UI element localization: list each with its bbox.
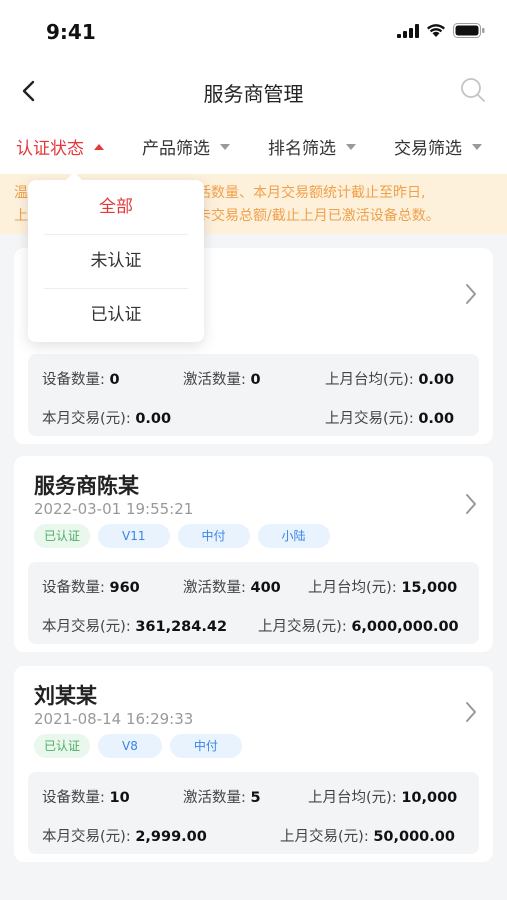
provider-card[interactable]: 服务商陈某 2022-03-01 19:55:21 已认证 V11 中付 小陆 … bbox=[14, 456, 493, 652]
status-bar: 9:41 bbox=[0, 0, 507, 62]
caret-down-icon bbox=[220, 143, 230, 150]
tag-list: 已认证 V8 中付 bbox=[34, 734, 242, 758]
stat-devices: 设备数量: 10 bbox=[42, 790, 130, 806]
tag-level: V8 bbox=[98, 734, 162, 758]
stats-panel: 设备数量: 960 激活数量: 400 上月台均(元): 15,000 本月交易… bbox=[28, 562, 479, 644]
stat-devices: 设备数量: 960 bbox=[42, 580, 140, 596]
stat-last-avg: 上月台均(元): 10,000 bbox=[308, 790, 458, 806]
filter-tab-label: 排名筛选 bbox=[268, 139, 336, 159]
stat-activated: 激活数量: 400 bbox=[183, 580, 281, 596]
wifi-icon bbox=[427, 24, 445, 37]
tag-product: 小陆 bbox=[257, 524, 330, 548]
notice-text: 上 bbox=[14, 208, 28, 224]
stat-devices: 设备数量: 0 bbox=[42, 372, 120, 388]
stats-panel: 设备数量: 0 激活数量: 0 上月台均(元): 0.00 本月交易(元): 0… bbox=[28, 354, 479, 436]
stat-this-month: 本月交易(元): 0.00 bbox=[42, 411, 172, 427]
tag-certified: 已认证 bbox=[34, 524, 91, 548]
stat-this-month: 本月交易(元): 2,999.00 bbox=[42, 829, 207, 845]
filter-tab-cert-status[interactable]: 认证状态 bbox=[16, 134, 104, 159]
tag-product: 中付 bbox=[169, 734, 242, 758]
stat-this-month: 本月交易(元): 361,284.42 bbox=[42, 619, 228, 635]
filter-bar: 认证状态 产品筛选 排名筛选 交易筛选 bbox=[0, 120, 507, 174]
signal-icon bbox=[397, 23, 419, 38]
stats-panel: 设备数量: 10 激活数量: 5 上月台均(元): 10,000 本月交易(元)… bbox=[28, 772, 479, 854]
caret-down-icon bbox=[472, 143, 482, 150]
notice-text: 活数量、本月交易额统计截止至昨日, bbox=[197, 185, 426, 201]
stat-activated: 激活数量: 0 bbox=[183, 372, 261, 388]
stat-last-month: 上月交易(元): 50,000.00 bbox=[280, 829, 455, 845]
battery-icon bbox=[453, 23, 485, 38]
filter-tab-product[interactable]: 产品筛选 bbox=[142, 134, 230, 159]
provider-name: 刘某某 bbox=[34, 684, 97, 708]
dropdown-option-uncertified[interactable]: 未认证 bbox=[44, 234, 188, 288]
nav-bar: 服务商管理 bbox=[0, 62, 507, 120]
provider-card[interactable]: 刘某某 2021-08-14 16:29:33 已认证 V8 中付 设备数量: … bbox=[14, 666, 493, 862]
chevron-right-icon[interactable] bbox=[463, 492, 479, 516]
notice-text: 卡交易总额/截止上月已激活设备总数。 bbox=[197, 208, 440, 224]
chevron-right-icon[interactable] bbox=[463, 282, 479, 306]
tag-product: 中付 bbox=[177, 524, 250, 548]
dropdown-option-all[interactable]: 全部 bbox=[44, 180, 188, 234]
provider-name: 服务商陈某 bbox=[34, 474, 139, 498]
status-time: 9:41 bbox=[46, 20, 96, 44]
filter-tab-label: 产品筛选 bbox=[142, 139, 210, 159]
tag-level: V11 bbox=[98, 524, 170, 548]
stat-activated: 激活数量: 5 bbox=[183, 790, 261, 806]
notice-text: 温 bbox=[14, 185, 28, 201]
status-icons bbox=[397, 23, 485, 38]
provider-date: 2021-08-14 16:29:33 bbox=[34, 710, 194, 728]
chevron-right-icon[interactable] bbox=[463, 700, 479, 724]
tag-list: 已认证 V11 中付 小陆 bbox=[34, 524, 330, 548]
dropdown-option-certified[interactable]: 已认证 bbox=[44, 288, 188, 342]
page-title: 服务商管理 bbox=[203, 82, 304, 106]
filter-tab-rank[interactable]: 排名筛选 bbox=[268, 134, 356, 159]
search-icon bbox=[461, 78, 485, 102]
filter-tab-label: 交易筛选 bbox=[394, 139, 462, 159]
cert-status-dropdown: 全部 未认证 已认证 bbox=[28, 172, 204, 342]
stat-last-month: 上月交易(元): 0.00 bbox=[325, 411, 455, 427]
stat-last-month: 上月交易(元): 6,000,000.00 bbox=[258, 619, 459, 635]
provider-date: 2022-03-01 19:55:21 bbox=[34, 500, 194, 518]
filter-tab-label: 认证状态 bbox=[16, 139, 84, 159]
caret-down-icon bbox=[346, 143, 356, 150]
stat-last-avg: 上月台均(元): 0.00 bbox=[325, 372, 455, 388]
tag-certified: 已认证 bbox=[34, 734, 91, 758]
search-button[interactable] bbox=[459, 76, 487, 104]
caret-up-icon bbox=[94, 143, 104, 150]
stat-last-avg: 上月台均(元): 15,000 bbox=[308, 580, 458, 596]
filter-tab-trade[interactable]: 交易筛选 bbox=[394, 134, 482, 159]
